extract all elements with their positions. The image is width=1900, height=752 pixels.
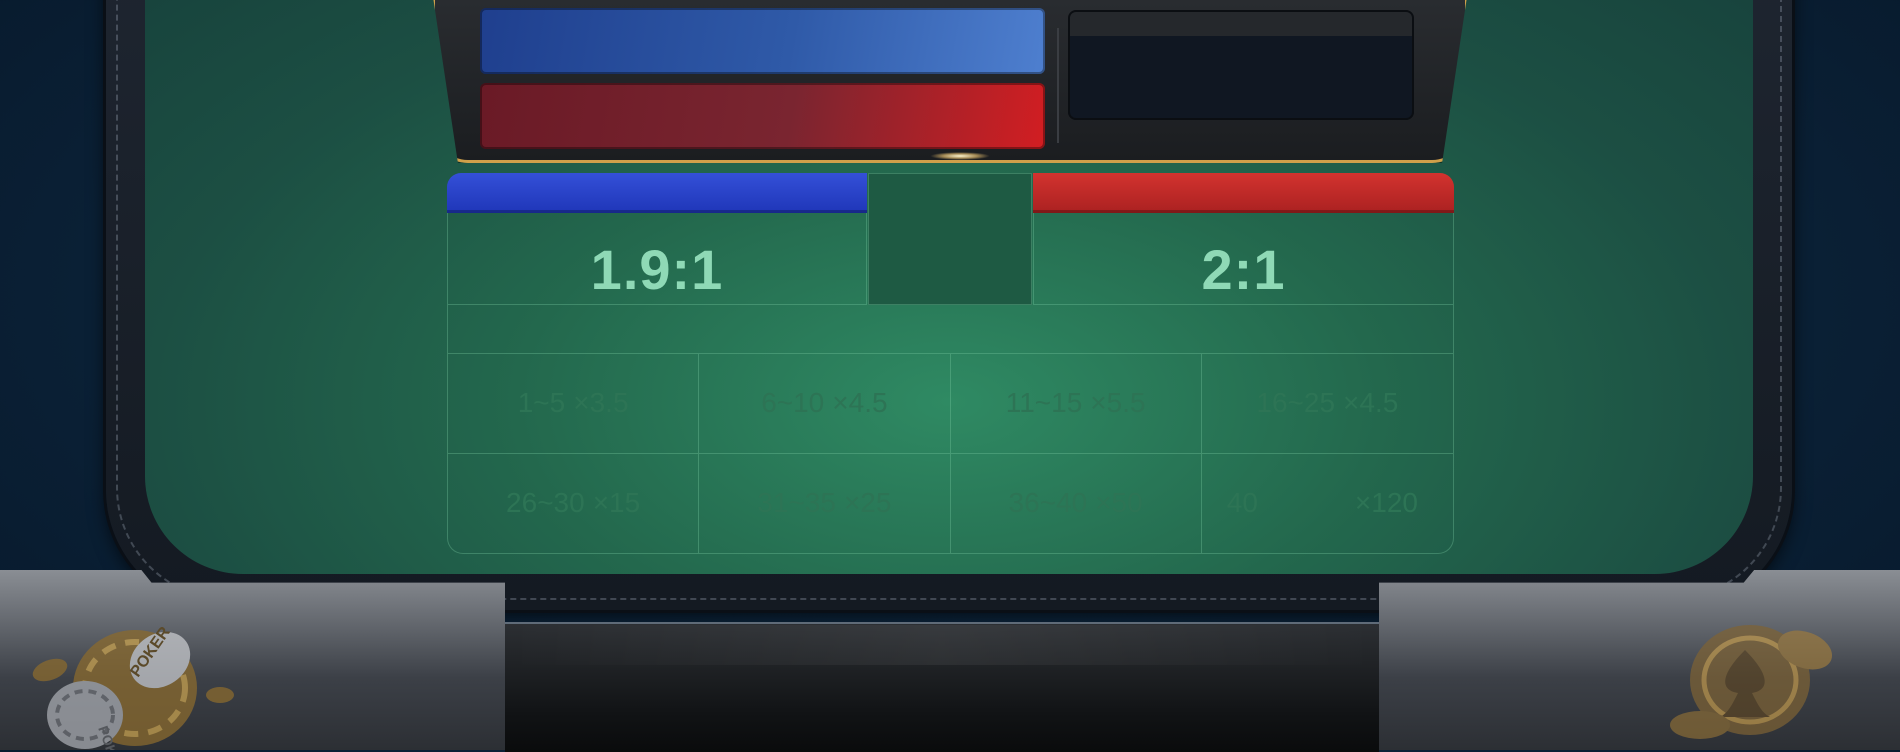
payout-range: 36~40 [1008,487,1088,519]
payout-cell[interactable]: 36~40 ×50 [951,453,1202,553]
blue-bet-zone[interactable]: 1.9:1 [447,213,867,305]
payout-range: 40 [1226,487,1258,519]
payout-multiplier: ×15 [592,487,641,519]
bottom-center-shine [505,625,1379,665]
payout-multiplier: ×4.5 [1343,387,1399,419]
payout-multiplier: ×3.5 [573,387,629,419]
payout-cell[interactable]: 31~35 ×25 [699,453,951,553]
payout-multiplier: ×120 [1354,487,1418,519]
side-bet-strip[interactable] [447,305,1454,354]
spade-trophy-icon [1670,625,1833,739]
red-bet-header[interactable] [1033,173,1454,213]
payout-cell[interactable]: 11~15 ×5.5 [950,354,1202,454]
payout-cell[interactable]: 6~10 ×4.5 [699,354,951,454]
scoreboard-glow [930,152,990,160]
payout-grid: 1~5 ×3.5 6~10 ×4.5 11~15 ×5.5 16~25 ×4.5… [447,354,1454,554]
payout-multiplier: ×50 [1095,487,1143,519]
payout-range: 1~5 [517,387,566,419]
scoreboard-divider [1057,28,1059,143]
payout-range: 26~30 [506,487,585,519]
payout-cell[interactable]: 1~5 ×3.5 [448,354,700,454]
blue-bet-header[interactable] [447,173,867,213]
scoreboard-history-panel [1068,10,1414,120]
scoreboard-blue-bar [480,8,1045,74]
red-odds-label: 2:1 [1201,238,1286,301]
payout-range: 6~10 [761,387,825,419]
payout-multiplier: ×4.5 [832,387,888,419]
blue-odds-label: 1.9:1 [590,238,724,301]
poker-chips-icon: POKER POKER [32,624,234,750]
red-bet-zone[interactable]: 2:1 [1033,213,1454,305]
payout-cell[interactable]: 40 ×120 [1202,454,1453,554]
payout-range: 31~35 [757,487,836,519]
payout-range: 16~25 [1256,387,1336,419]
payout-cell[interactable]: 26~30 ×15 [448,453,700,553]
payout-cell[interactable]: 16~25 ×4.5 [1201,354,1453,454]
payout-range: 11~15 [1005,387,1083,419]
payout-multiplier: ×25 [843,487,892,519]
payout-multiplier: ×5.5 [1090,387,1146,419]
scoreboard-red-bar [480,83,1045,149]
center-bet-zone[interactable] [868,173,1032,305]
